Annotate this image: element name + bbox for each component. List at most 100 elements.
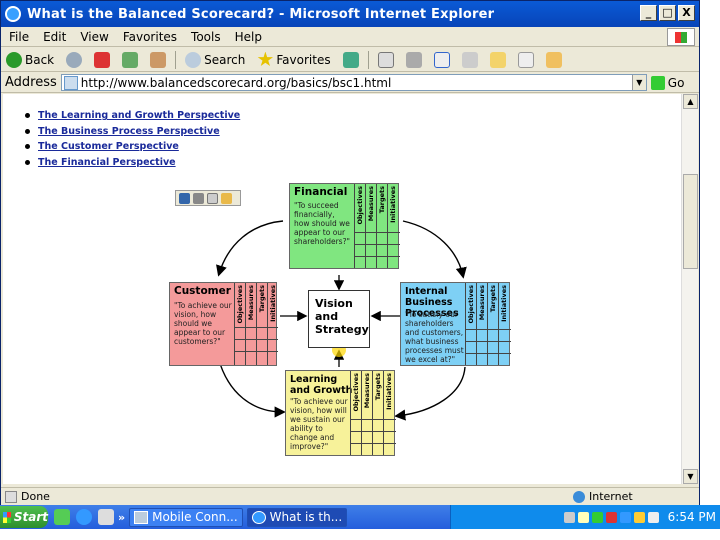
column-label: Initiatives [500,285,508,322]
vertical-scrollbar[interactable]: ▲ ▼ [681,94,698,484]
back-arrow-icon [6,51,22,68]
favorites-button[interactable]: Favorites [254,50,333,70]
task-mobile-connection[interactable]: Mobile Conn... [129,507,243,527]
task-internet-explorer[interactable]: What is th... [246,507,348,527]
learning-growth-description: "To achieve our vision, how will we sust… [290,397,348,451]
address-bar: Address http://www.balancedscorecard.org… [1,73,699,93]
refresh-button[interactable] [119,50,141,70]
research-icon [545,51,562,68]
column-label: Objectives [352,373,360,412]
address-input[interactable]: http://www.balancedscorecard.org/basics/… [60,74,647,91]
search-icon [185,51,202,68]
volume-icon[interactable] [647,511,659,523]
folder-button[interactable] [487,50,509,70]
globe-icon [573,490,585,503]
go-arrow-icon [650,75,665,90]
tray-icon[interactable] [605,511,617,523]
customer-box: Customer "To achieve our vision, how sho… [169,282,278,366]
internal-processes-box: Internal Business Processes "To satisfy … [400,282,511,366]
start-button[interactable]: Start [0,506,48,528]
column-label: Targets [374,373,382,401]
learning-growth-box: Learning and Growth "To achieve our visi… [285,370,396,456]
quicklaunch-desktop-icon[interactable] [98,509,114,525]
forward-button[interactable] [63,50,85,70]
address-dropdown-button[interactable]: ▼ [631,75,646,90]
menu-tools[interactable]: Tools [191,30,221,44]
mail-icon [377,51,394,68]
column-label: Measures [367,186,375,222]
menu-edit[interactable]: Edit [43,30,66,44]
discuss-icon [461,51,478,68]
ie-icon [251,510,266,524]
print-button[interactable] [403,50,425,70]
folder-icon [489,51,506,68]
word-icon [433,51,450,68]
address-label: Address [5,75,57,90]
go-button[interactable]: Go [650,75,685,90]
scroll-down-button[interactable]: ▼ [683,469,698,484]
forward-arrow-icon [66,51,83,68]
page-content: The Learning and Growth Perspective The … [3,94,681,484]
stop-icon [94,51,111,68]
favorites-label: Favorites [276,52,331,67]
messenger-button[interactable] [515,50,537,70]
close-button[interactable]: X [678,5,695,21]
menu-file[interactable]: File [9,30,29,44]
search-label: Search [204,52,246,67]
scroll-up-button[interactable]: ▲ [683,94,698,109]
home-icon [150,51,167,68]
taskbar: Start » Mobile Conn... What is th... 6:5… [0,505,720,529]
quicklaunch-ie-icon[interactable] [76,509,92,525]
quicklaunch-messenger-icon[interactable] [54,509,70,525]
research-button[interactable] [543,50,565,70]
discuss-button[interactable] [459,50,481,70]
measures-grid: Objectives Measures Targets Initiatives [465,283,511,365]
system-tray: 6:54 PM [450,505,720,529]
toolbar: Back Search Favorites [1,48,699,72]
minimize-button[interactable]: _ [640,5,657,21]
window-title: What is the Balanced Scorecard? - Micros… [27,6,495,22]
history-icon [342,51,359,68]
column-label: Measures [478,285,486,321]
toolbar-separator [175,50,177,69]
column-label: Objectives [356,186,364,225]
quicklaunch-more[interactable]: » [118,511,125,524]
stop-button[interactable] [91,50,113,70]
back-button[interactable]: Back [3,50,57,70]
tray-icon[interactable] [577,511,589,523]
column-label: Targets [378,186,386,214]
customer-description: "To achieve our vision, how should we ap… [174,301,232,346]
measures-grid: Objectives Measures Targets Initiatives [350,371,396,455]
zone-indicator: Internet [573,490,633,503]
vision-strategy-box: Vision and Strategy [308,290,370,348]
menu-view[interactable]: View [80,30,108,44]
address-url[interactable]: http://www.balancedscorecard.org/basics/… [81,76,392,90]
column-label: Measures [247,285,255,321]
home-button[interactable] [147,50,169,70]
browser-window: What is the Balanced Scorecard? - Micros… [0,0,700,528]
clock[interactable]: 6:54 PM [668,510,716,524]
app-icon [134,510,149,524]
tray-icon[interactable] [591,511,603,523]
task-label: What is th... [269,510,343,524]
column-label: Initiatives [385,373,393,410]
menu-favorites[interactable]: Favorites [123,30,177,44]
search-button[interactable]: Search [182,50,248,70]
arrow-financial-to-internal [402,220,467,279]
tray-icon[interactable] [619,511,631,523]
go-label: Go [667,75,685,90]
scroll-thumb[interactable] [683,174,698,269]
history-button[interactable] [340,50,362,70]
task-label: Mobile Conn... [152,510,238,524]
title-bar[interactable]: What is the Balanced Scorecard? - Micros… [1,1,699,27]
menu-help[interactable]: Help [235,30,262,44]
tray-icon[interactable] [633,511,645,523]
word-button[interactable] [431,50,453,70]
network-icon[interactable] [563,511,575,523]
maximize-button[interactable]: □ [659,5,676,21]
internal-processes-description: "To satisfy our shareholders and custome… [405,310,464,364]
start-label: Start [13,510,48,524]
measures-grid: Objectives Measures Targets Initiatives [354,184,400,268]
mail-button[interactable] [375,50,397,70]
back-label: Back [25,52,55,67]
